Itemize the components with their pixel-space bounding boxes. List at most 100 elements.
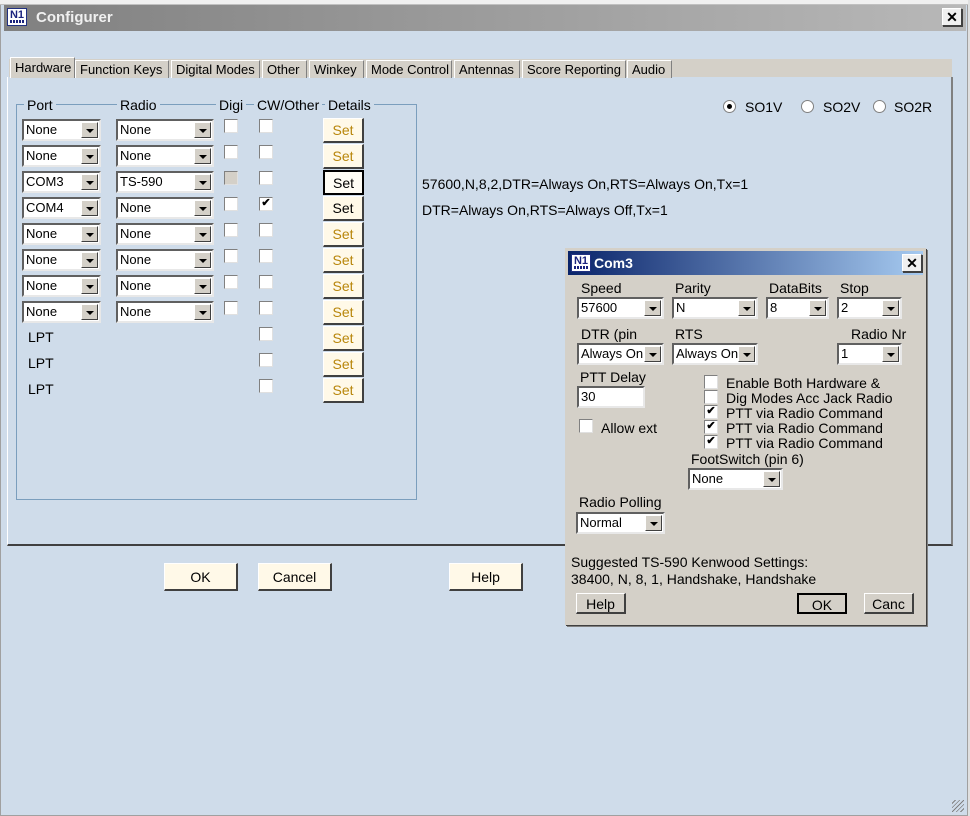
ptt-radio-command-checkbox-2[interactable]: ✔ [704, 420, 718, 434]
chevron-down-icon[interactable] [738, 300, 755, 316]
chevron-down-icon[interactable] [644, 300, 661, 316]
tab-digital-modes[interactable]: Digital Modes [171, 60, 260, 78]
parity-select[interactable]: N [672, 297, 758, 319]
port-select[interactable]: None [22, 119, 101, 141]
radio-select[interactable]: None [116, 145, 214, 167]
set-details-button[interactable]: Set [323, 196, 364, 221]
chevron-down-icon[interactable] [81, 174, 98, 190]
digi-checkbox[interactable] [224, 145, 238, 159]
radio-select[interactable]: None [116, 223, 214, 245]
port-select[interactable]: COM3 [22, 171, 101, 193]
so2r-radio[interactable] [873, 100, 886, 113]
cw-other-checkbox[interactable] [259, 171, 273, 185]
ptt-delay-input[interactable]: 30 [577, 386, 645, 408]
lpt-set-button[interactable]: Set [323, 378, 364, 403]
enable-both-hardware-checkbox[interactable] [704, 375, 718, 389]
chevron-down-icon[interactable] [194, 278, 211, 294]
chevron-down-icon[interactable] [194, 304, 211, 320]
port-select[interactable]: None [22, 249, 101, 271]
set-details-button[interactable]: Set [323, 300, 364, 325]
set-details-button[interactable]: Set [323, 222, 364, 247]
help-button[interactable]: Help [449, 563, 523, 591]
lpt-cw-checkbox[interactable] [259, 327, 273, 341]
chevron-down-icon[interactable] [81, 304, 98, 320]
chevron-down-icon[interactable] [738, 346, 755, 362]
speed-select[interactable]: 57600 [577, 297, 664, 319]
set-details-button[interactable]: Set [323, 170, 364, 195]
radio-select[interactable]: TS-590 [116, 171, 214, 193]
chevron-down-icon[interactable] [81, 122, 98, 138]
radio-select[interactable]: None [116, 249, 214, 271]
tab-hardware[interactable]: Hardware [10, 57, 75, 78]
radio-select[interactable]: None [116, 119, 214, 141]
chevron-down-icon[interactable] [882, 346, 899, 362]
tab-other[interactable]: Other [262, 60, 307, 78]
lpt-set-button[interactable]: Set [323, 352, 364, 377]
dialog-title-bar[interactable]: N1 Com3 ✕ [568, 251, 923, 275]
ok-button[interactable]: OK [164, 563, 238, 591]
chevron-down-icon[interactable] [81, 226, 98, 242]
dtr-select[interactable]: Always On [577, 343, 664, 365]
tab-winkey[interactable]: Winkey [309, 60, 364, 78]
cw-other-checkbox[interactable] [259, 145, 273, 159]
chevron-down-icon[interactable] [645, 515, 662, 531]
port-select[interactable]: COM4 [22, 197, 101, 219]
allow-ext-checkbox[interactable] [579, 419, 593, 433]
dialog-cancel-button[interactable]: Canc [864, 593, 914, 614]
radio-select[interactable]: None [116, 275, 214, 297]
title-bar[interactable]: N1 Configurer ✕ [4, 5, 966, 31]
port-select[interactable]: None [22, 301, 101, 323]
footswitch-select[interactable]: None [688, 468, 783, 490]
chevron-down-icon[interactable] [81, 200, 98, 216]
tab-antennas[interactable]: Antennas [454, 60, 520, 78]
dialog-close-button[interactable]: ✕ [902, 254, 922, 272]
chevron-down-icon[interactable] [763, 471, 780, 487]
digi-checkbox[interactable] [224, 171, 238, 185]
cw-other-checkbox[interactable] [259, 223, 273, 237]
chevron-down-icon[interactable] [882, 300, 899, 316]
chevron-down-icon[interactable] [194, 252, 211, 268]
cw-other-checkbox[interactable] [259, 275, 273, 289]
lpt-set-button[interactable]: Set [323, 326, 364, 351]
stop-select[interactable]: 2 [837, 297, 902, 319]
tab-mode-control[interactable]: Mode Control [366, 60, 452, 78]
set-details-button[interactable]: Set [323, 248, 364, 273]
databits-select[interactable]: 8 [766, 297, 829, 319]
port-select[interactable]: None [22, 223, 101, 245]
digi-checkbox[interactable] [224, 275, 238, 289]
digi-checkbox[interactable] [224, 223, 238, 237]
set-details-button[interactable]: Set [323, 118, 364, 143]
chevron-down-icon[interactable] [194, 200, 211, 216]
chevron-down-icon[interactable] [81, 148, 98, 164]
chevron-down-icon[interactable] [194, 122, 211, 138]
chevron-down-icon[interactable] [81, 252, 98, 268]
lpt-cw-checkbox[interactable] [259, 379, 273, 393]
digi-checkbox[interactable] [224, 197, 238, 211]
close-button[interactable]: ✕ [942, 8, 962, 26]
so2v-radio[interactable] [801, 100, 814, 113]
digi-checkbox[interactable] [224, 119, 238, 133]
port-select[interactable]: None [22, 145, 101, 167]
cw-other-checkbox[interactable]: ✔ [259, 197, 273, 211]
chevron-down-icon[interactable] [194, 174, 211, 190]
chevron-down-icon[interactable] [194, 226, 211, 242]
set-details-button[interactable]: Set [323, 274, 364, 299]
radio-nr-select[interactable]: 1 [837, 343, 902, 365]
digi-checkbox[interactable] [224, 301, 238, 315]
digi-checkbox[interactable] [224, 249, 238, 263]
tab-score-reporting[interactable]: Score Reporting [522, 60, 626, 78]
radio-select[interactable]: None [116, 301, 214, 323]
tab-audio[interactable]: Audio [627, 60, 672, 78]
ptt-radio-command-checkbox-3[interactable]: ✔ [704, 435, 718, 449]
chevron-down-icon[interactable] [644, 346, 661, 362]
radio-select[interactable]: None [116, 197, 214, 219]
cancel-button[interactable]: Cancel [258, 563, 332, 591]
cw-other-checkbox[interactable] [259, 301, 273, 315]
chevron-down-icon[interactable] [194, 148, 211, 164]
port-select[interactable]: None [22, 275, 101, 297]
set-details-button[interactable]: Set [323, 144, 364, 169]
cw-other-checkbox[interactable] [259, 249, 273, 263]
cw-other-checkbox[interactable] [259, 119, 273, 133]
chevron-down-icon[interactable] [809, 300, 826, 316]
radio-polling-select[interactable]: Normal [576, 512, 665, 534]
